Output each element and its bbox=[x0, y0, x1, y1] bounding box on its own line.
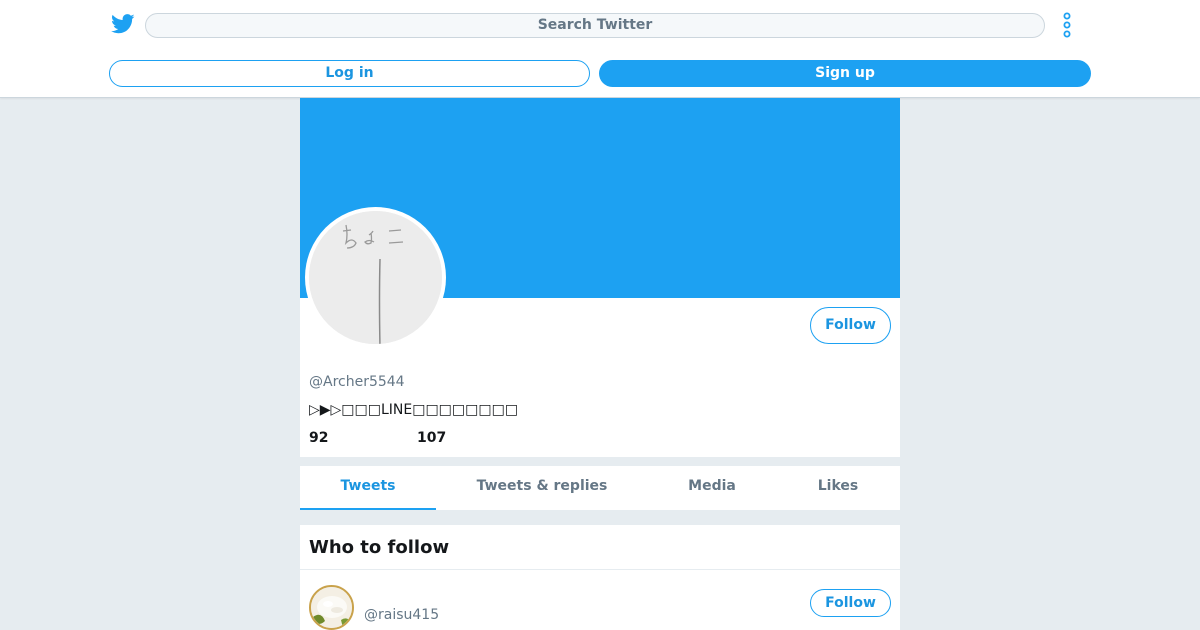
list-item[interactable]: @raisu415 Follow bbox=[300, 570, 900, 630]
search-input[interactable]: Search Twitter bbox=[145, 13, 1045, 38]
handwritten-avatar-drawing bbox=[309, 211, 442, 344]
rice-bowl-avatar-image bbox=[311, 587, 352, 628]
tab-likes[interactable]: Likes bbox=[776, 466, 900, 510]
profile-bio: ▷▶▷□□□LINE□□□□□□□□ bbox=[309, 402, 519, 418]
avatar-image bbox=[309, 211, 442, 344]
following-count[interactable]: 92 bbox=[309, 430, 328, 446]
login-button[interactable]: Log in bbox=[109, 60, 590, 87]
tab-tweets-replies[interactable]: Tweets & replies bbox=[436, 466, 648, 510]
twitter-bird-icon[interactable] bbox=[111, 13, 135, 35]
more-vertical-icon[interactable] bbox=[1060, 12, 1074, 38]
followers-count[interactable]: 107 bbox=[417, 430, 446, 446]
follow-button[interactable]: Follow bbox=[810, 589, 891, 617]
avatar[interactable] bbox=[309, 585, 354, 630]
suggested-user-handle[interactable]: @raisu415 bbox=[364, 607, 439, 623]
follow-button[interactable]: Follow bbox=[810, 307, 891, 344]
who-to-follow-title: Who to follow bbox=[309, 537, 450, 558]
profile-handle: @Archer5544 bbox=[309, 374, 405, 390]
top-header: Search Twitter Log in Sign up bbox=[0, 0, 1200, 98]
profile-tabs: Tweets Tweets & replies Media Likes bbox=[300, 466, 900, 510]
tab-tweets[interactable]: Tweets bbox=[300, 466, 436, 510]
signup-button[interactable]: Sign up bbox=[599, 60, 1091, 87]
tab-media[interactable]: Media bbox=[648, 466, 776, 510]
profile-avatar[interactable] bbox=[305, 207, 446, 348]
who-to-follow-header: Who to follow bbox=[300, 525, 900, 570]
